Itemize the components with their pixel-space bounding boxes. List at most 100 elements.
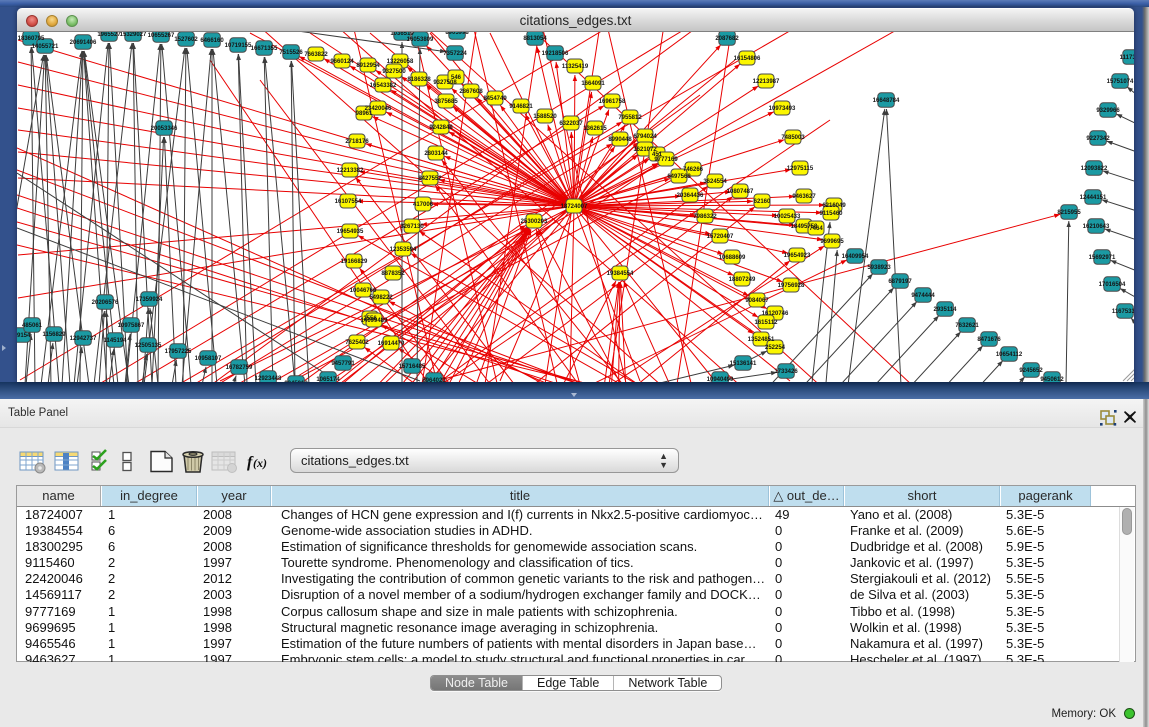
svg-text:19654935: 19654935 [337, 229, 364, 235]
svg-text:15136141: 15136141 [730, 361, 757, 367]
svg-text:1965527: 1965527 [97, 32, 121, 38]
svg-text:9245012: 9245012 [284, 381, 308, 382]
svg-text:17359924: 17359924 [136, 297, 163, 303]
svg-text:12353594: 12353594 [390, 247, 417, 253]
svg-text:1588520: 1588520 [533, 114, 557, 120]
svg-text:6794024: 6794024 [633, 134, 657, 140]
svg-text:8427552: 8427552 [418, 176, 442, 182]
svg-text:25300203: 25300203 [521, 219, 548, 225]
svg-text:8454749: 8454749 [483, 96, 507, 102]
svg-text:15720407: 15720407 [707, 234, 734, 240]
svg-text:16648784: 16648784 [873, 98, 900, 104]
svg-text:16210643: 16210643 [1083, 224, 1110, 230]
svg-text:16409954: 16409954 [842, 254, 869, 260]
svg-text:20053346: 20053346 [151, 126, 178, 132]
svg-text:8471676: 8471676 [977, 337, 1001, 343]
svg-text:11325419: 11325419 [562, 64, 589, 70]
svg-text:7515526: 7515526 [279, 50, 303, 56]
svg-text:12444151: 12444151 [1080, 195, 1107, 201]
svg-text:1615112: 1615112 [754, 320, 778, 326]
svg-text:15692971: 15692971 [1089, 255, 1116, 261]
svg-text:6322037: 6322037 [559, 121, 583, 127]
svg-text:19384554: 19384554 [607, 271, 634, 277]
svg-text:11675339: 11675339 [1112, 309, 1134, 315]
svg-text:7663822: 7663822 [304, 52, 328, 58]
svg-text:16782759: 16782759 [226, 365, 253, 371]
svg-text:15716485: 15716485 [399, 364, 426, 370]
svg-text:13226058: 13226058 [387, 59, 414, 65]
svg-text:12923448: 12923448 [255, 376, 282, 382]
svg-text:6466160: 6466160 [200, 38, 224, 44]
svg-text:(x): (x) [253, 456, 267, 470]
svg-text:2867608: 2867608 [459, 89, 483, 95]
svg-text:7464: 7464 [809, 226, 823, 232]
svg-text:1145194: 1145194 [103, 338, 127, 344]
svg-text:5498222: 5498222 [369, 295, 393, 301]
svg-text:2087682: 2087682 [715, 36, 739, 42]
svg-text:7632621: 7632621 [955, 323, 979, 329]
svg-text:16671355: 16671355 [251, 46, 278, 52]
svg-text:1527602: 1527602 [174, 37, 198, 43]
svg-text:19218506: 19218506 [542, 51, 569, 57]
svg-text:746266: 746266 [683, 167, 704, 173]
svg-text:16961758: 16961758 [599, 99, 626, 105]
svg-text:20364436: 20364436 [677, 193, 704, 199]
svg-text:8215955: 8215955 [1057, 210, 1081, 216]
svg-text:3267130: 3267130 [400, 224, 424, 230]
svg-text:7955812: 7955812 [618, 115, 642, 121]
svg-text:6879197: 6879197 [888, 279, 912, 285]
svg-text:10975867: 10975867 [118, 323, 145, 329]
svg-text:2803144: 2803144 [424, 151, 448, 157]
svg-text:2718176: 2718176 [345, 139, 369, 145]
svg-text:7986322: 7986322 [693, 214, 717, 220]
svg-text:10654112: 10654112 [996, 352, 1023, 358]
svg-text:10973493: 10973493 [769, 106, 796, 112]
svg-text:16107554: 16107554 [335, 199, 362, 205]
svg-text:7357224: 7357224 [443, 51, 467, 57]
svg-text:16543382: 16543382 [370, 83, 397, 89]
svg-text:9463627: 9463627 [792, 194, 816, 200]
svg-text:62160: 62160 [754, 199, 771, 205]
svg-text:19756928: 19756928 [778, 283, 805, 289]
svg-text:17957225: 17957225 [165, 349, 192, 355]
svg-text:16120746: 16120746 [762, 311, 789, 317]
svg-text:10807487: 10807487 [727, 189, 754, 195]
svg-text:9242848: 9242848 [429, 125, 453, 131]
svg-text:10688609: 10688609 [719, 255, 746, 261]
svg-text:1156829: 1156829 [42, 332, 66, 338]
svg-text:8990448: 8990448 [608, 137, 632, 143]
svg-text:9474444: 9474444 [911, 293, 935, 299]
svg-text:19166829: 19166829 [341, 259, 368, 265]
svg-text:9329966: 9329966 [1096, 108, 1120, 114]
svg-text:16053809: 16053809 [407, 37, 434, 43]
svg-text:10025433: 10025433 [774, 214, 801, 220]
svg-text:5938923: 5938923 [867, 265, 891, 271]
svg-text:546: 546 [451, 75, 462, 81]
svg-text:252254: 252254 [765, 345, 786, 351]
svg-text:23420046: 23420046 [365, 106, 392, 112]
svg-text:3875685: 3875685 [434, 99, 458, 105]
svg-text:10940499: 10940499 [707, 377, 734, 382]
svg-text:12505135: 12505135 [135, 343, 162, 349]
svg-text:12975115: 12975115 [787, 166, 814, 172]
svg-text:14099489: 14099489 [361, 318, 388, 324]
svg-text:20206576: 20206576 [92, 300, 119, 306]
svg-text:2935114: 2935114 [933, 307, 957, 313]
svg-text:18724007: 18724007 [561, 204, 588, 210]
svg-text:12942737: 12942737 [70, 336, 97, 342]
svg-text:18360795: 18360795 [18, 36, 45, 42]
svg-text:19654923: 19654923 [784, 253, 811, 259]
svg-text:16154806: 16154806 [734, 56, 761, 62]
svg-text:8878352: 8878352 [381, 271, 405, 277]
svg-text:9245652: 9245652 [1019, 368, 1043, 374]
svg-text:9115460: 9115460 [819, 211, 843, 217]
svg-text:9699695: 9699695 [820, 239, 844, 245]
svg-text:15329027: 15329027 [120, 32, 147, 38]
svg-text:1117327: 1117327 [1120, 55, 1134, 61]
svg-text:9146821: 9146821 [509, 104, 533, 110]
svg-text:1664091: 1664091 [581, 81, 605, 87]
svg-text:20691406: 20691406 [70, 40, 97, 46]
svg-text:9450612: 9450612 [1040, 377, 1064, 382]
svg-text:485061: 485061 [22, 323, 43, 329]
svg-text:6497568: 6497568 [667, 174, 691, 180]
